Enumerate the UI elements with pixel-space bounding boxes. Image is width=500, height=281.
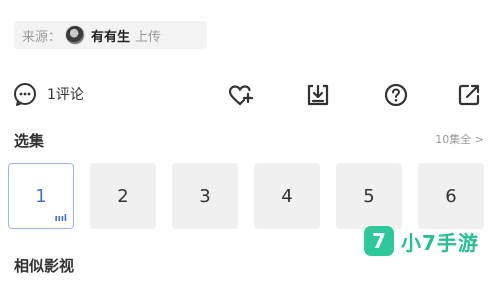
episode-5[interactable]: 5 <box>336 163 402 229</box>
episode-label: 6 <box>445 185 457 207</box>
favorite-add-icon[interactable] <box>227 82 253 108</box>
watermark-logo: 7 <box>364 226 394 256</box>
episode-1[interactable]: 1 ıııl <box>8 163 74 229</box>
episode-4[interactable]: 4 <box>254 163 320 229</box>
episode-label: 2 <box>117 185 129 207</box>
help-icon[interactable] <box>383 82 409 108</box>
all-episodes-link[interactable]: 10集全 > <box>435 131 484 147</box>
episode-label: 4 <box>281 185 293 207</box>
download-icon[interactable] <box>305 82 331 108</box>
action-bar: 1评论 <box>0 74 500 114</box>
episode-2[interactable]: 2 <box>90 163 156 229</box>
playing-indicator: ıııl <box>54 214 67 224</box>
watermark: 7 小7手游 <box>364 226 479 256</box>
episode-label: 3 <box>199 185 211 207</box>
episode-label: 5 <box>363 185 375 207</box>
comment-button[interactable]: 1评论 <box>12 81 84 107</box>
upload-suffix: 上传 <box>135 29 162 45</box>
comment-count-label: 1评论 <box>47 87 84 103</box>
comment-icon <box>14 83 36 106</box>
source-tag[interactable]: 来源： 有有生 上传 <box>14 21 207 49</box>
share-icon[interactable] <box>456 82 482 108</box>
source-prefix: 来源： <box>22 29 62 45</box>
related-title: 相似影视 <box>14 257 75 275</box>
episodes-title: 选集 <box>14 132 45 150</box>
episode-6[interactable]: 6 <box>418 163 484 229</box>
uploader-avatar <box>65 25 86 45</box>
episode-3[interactable]: 3 <box>172 163 238 229</box>
uploader-name: 有有生 <box>91 29 131 45</box>
watermark-text: 小7手游 <box>401 230 479 255</box>
episode-label: 1 <box>35 185 47 207</box>
